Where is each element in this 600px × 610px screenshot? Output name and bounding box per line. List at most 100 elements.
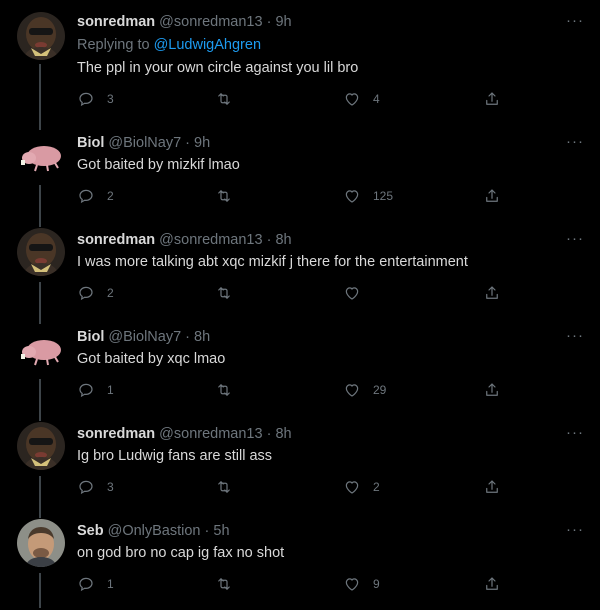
reply-button[interactable]: 3 [77,478,114,496]
user-handle[interactable]: @sonredman13 [159,232,262,248]
like-button[interactable]: 4 [343,90,380,108]
retweet-icon [215,90,233,108]
separator: · [200,523,214,539]
reply-count: 1 [107,383,114,397]
share-icon [483,187,501,205]
reply-button[interactable]: 1 [77,381,114,399]
avatar[interactable] [17,325,65,373]
tweet-actions: 2 [77,284,517,304]
like-button[interactable]: 2 [343,478,380,496]
retweet-icon [215,187,233,205]
like-icon [343,478,361,496]
reply-icon [77,90,95,108]
display-name[interactable]: Biol [77,135,104,151]
reply-count: 3 [107,480,114,494]
share-button[interactable] [483,284,501,302]
user-handle[interactable]: @sonredman13 [159,426,262,442]
display-name[interactable]: sonredman [77,14,155,30]
tweet-actions: 1 29 [77,381,517,401]
timestamp[interactable]: 9h [275,14,291,30]
more-options-icon[interactable]: ··· [566,424,584,441]
replying-to: Replying to @LudwigAhgren [77,37,261,53]
like-button[interactable]: 9 [343,575,380,593]
mention-link[interactable]: @LudwigAhgren [154,37,261,53]
user-handle[interactable]: @BiolNay7 [108,135,181,151]
tweet-actions: 3 4 [77,90,517,110]
tweet[interactable]: Biol @BiolNay7 · 9h ··· Got baited by miz… [0,125,600,222]
display-name[interactable]: sonredman [77,426,155,442]
tweet-text: Ig bro Ludwig fans are still ass [77,448,273,464]
tweet-header: sonredman @sonredman13 · 8h [77,426,292,442]
tweet-actions: 2 125 [77,187,517,207]
tweet[interactable]: sonredman @sonredman13 · 9h ··· Replying … [0,0,600,106]
tweet[interactable]: sonredman @sonredman13 · 8h ··· Ig bro Lu… [0,416,600,513]
more-options-icon[interactable]: ··· [566,12,584,29]
retweet-button[interactable] [215,284,245,302]
avatar[interactable] [17,422,65,470]
timestamp[interactable]: 9h [194,135,210,151]
share-button[interactable] [483,90,501,108]
avatar[interactable] [17,131,65,179]
display-name[interactable]: Biol [77,329,104,345]
retweet-button[interactable] [215,478,245,496]
reply-icon [77,187,95,205]
more-options-icon[interactable]: ··· [566,133,584,150]
tweet-header: Seb @OnlyBastion · 5h [77,523,230,539]
avatar[interactable] [17,519,65,567]
retweet-button[interactable] [215,187,245,205]
reply-icon [77,575,95,593]
timestamp[interactable]: 8h [275,232,291,248]
reply-icon [77,284,95,302]
like-button[interactable] [343,284,373,302]
timestamp[interactable]: 8h [275,426,291,442]
user-handle[interactable]: @sonredman13 [159,14,262,30]
like-button[interactable]: 125 [343,187,393,205]
tweet-header: Biol @BiolNay7 · 8h [77,329,210,345]
reply-button[interactable]: 2 [77,187,114,205]
retweet-icon [215,381,233,399]
retweet-button[interactable] [215,90,245,108]
reply-button[interactable]: 3 [77,90,114,108]
separator: · [181,135,195,151]
retweet-button[interactable] [215,575,245,593]
display-name[interactable]: Seb [77,523,104,539]
tweet[interactable]: Seb @OnlyBastion · 5h ··· on god bro no c… [0,513,600,610]
more-options-icon[interactable]: ··· [566,521,584,538]
tweet[interactable]: sonredman @sonredman13 · 8h ··· I was mor… [0,222,600,319]
retweet-icon [215,575,233,593]
share-button[interactable] [483,187,501,205]
tweet[interactable]: Biol @BiolNay7 · 8h ··· Got baited by xqc… [0,319,600,416]
share-button[interactable] [483,575,501,593]
like-count: 4 [373,92,380,106]
reply-button[interactable]: 1 [77,575,114,593]
display-name[interactable]: sonredman [77,232,155,248]
share-button[interactable] [483,381,501,399]
reply-button[interactable]: 2 [77,284,114,302]
tweet-text: on god bro no cap ig fax no shot [77,545,285,561]
reply-icon [77,381,95,399]
share-button[interactable] [483,478,501,496]
separator: · [262,14,276,30]
replying-label: Replying to [77,37,154,53]
avatar[interactable] [17,228,65,276]
share-icon [483,575,501,593]
avatar[interactable] [17,12,65,60]
reply-count: 2 [107,189,114,203]
user-handle[interactable]: @OnlyBastion [108,523,201,539]
timestamp[interactable]: 5h [213,523,229,539]
reply-icon [77,478,95,496]
tweet-text: Got baited by xqc lmao [77,351,226,367]
separator: · [262,232,276,248]
tweet-actions: 3 2 [77,478,517,498]
like-icon [343,90,361,108]
retweet-button[interactable] [215,381,245,399]
like-button[interactable]: 29 [343,381,386,399]
timestamp[interactable]: 8h [194,329,210,345]
more-options-icon[interactable]: ··· [566,230,584,247]
reply-count: 1 [107,577,114,591]
share-icon [483,90,501,108]
like-count: 29 [373,383,387,397]
more-options-icon[interactable]: ··· [566,327,584,344]
like-icon [343,381,361,399]
user-handle[interactable]: @BiolNay7 [108,329,181,345]
